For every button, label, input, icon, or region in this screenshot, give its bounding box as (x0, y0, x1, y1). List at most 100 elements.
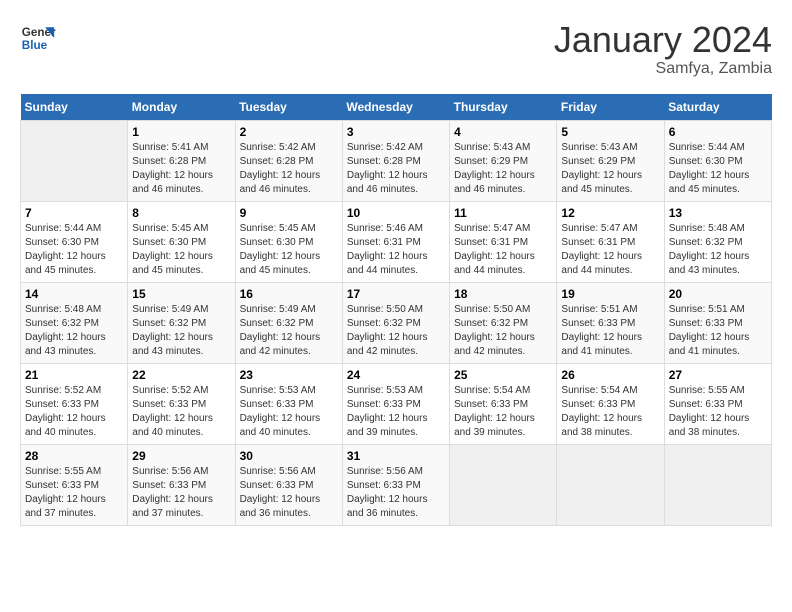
calendar-cell: 6 Sunrise: 5:44 AM Sunset: 6:30 PM Dayli… (664, 120, 771, 201)
calendar-cell (21, 120, 128, 201)
calendar-cell (664, 444, 771, 525)
sunset-text: Sunset: 6:33 PM (669, 399, 743, 410)
logo-icon: General Blue (20, 20, 56, 56)
sunset-text: Sunset: 6:31 PM (454, 237, 528, 248)
calendar-cell: 8 Sunrise: 5:45 AM Sunset: 6:30 PM Dayli… (128, 201, 235, 282)
day-number: 4 (454, 125, 552, 139)
daylight-text: Daylight: 12 hours and 41 minutes. (669, 332, 750, 357)
sunset-text: Sunset: 6:32 PM (132, 318, 206, 329)
sunrise-text: Sunrise: 5:53 AM (240, 385, 316, 396)
day-number: 28 (25, 449, 123, 463)
day-number: 11 (454, 206, 552, 220)
calendar-cell: 5 Sunrise: 5:43 AM Sunset: 6:29 PM Dayli… (557, 120, 664, 201)
calendar-cell: 26 Sunrise: 5:54 AM Sunset: 6:33 PM Dayl… (557, 363, 664, 444)
calendar-cell: 23 Sunrise: 5:53 AM Sunset: 6:33 PM Dayl… (235, 363, 342, 444)
location-subtitle: Samfya, Zambia (554, 60, 772, 78)
daylight-text: Daylight: 12 hours and 36 minutes. (240, 494, 321, 519)
sunset-text: Sunset: 6:28 PM (347, 156, 421, 167)
calendar-table: SundayMondayTuesdayWednesdayThursdayFrid… (20, 94, 772, 526)
day-number: 20 (669, 287, 767, 301)
calendar-cell: 1 Sunrise: 5:41 AM Sunset: 6:28 PM Dayli… (128, 120, 235, 201)
daylight-text: Daylight: 12 hours and 46 minutes. (454, 170, 535, 195)
day-number: 12 (561, 206, 659, 220)
daylight-text: Daylight: 12 hours and 46 minutes. (347, 170, 428, 195)
day-info: Sunrise: 5:44 AM Sunset: 6:30 PM Dayligh… (669, 141, 767, 197)
day-info: Sunrise: 5:53 AM Sunset: 6:33 PM Dayligh… (240, 384, 338, 440)
day-info: Sunrise: 5:55 AM Sunset: 6:33 PM Dayligh… (25, 465, 123, 521)
day-info: Sunrise: 5:52 AM Sunset: 6:33 PM Dayligh… (25, 384, 123, 440)
sunset-text: Sunset: 6:31 PM (347, 237, 421, 248)
day-info: Sunrise: 5:49 AM Sunset: 6:32 PM Dayligh… (240, 303, 338, 359)
calendar-cell: 15 Sunrise: 5:49 AM Sunset: 6:32 PM Dayl… (128, 282, 235, 363)
weekday-header: Thursday (450, 94, 557, 121)
day-info: Sunrise: 5:44 AM Sunset: 6:30 PM Dayligh… (25, 222, 123, 278)
day-number: 5 (561, 125, 659, 139)
title-block: January 2024 Samfya, Zambia (554, 20, 772, 78)
daylight-text: Daylight: 12 hours and 40 minutes. (240, 413, 321, 438)
calendar-cell: 24 Sunrise: 5:53 AM Sunset: 6:33 PM Dayl… (342, 363, 449, 444)
calendar-cell: 10 Sunrise: 5:46 AM Sunset: 6:31 PM Dayl… (342, 201, 449, 282)
sunset-text: Sunset: 6:33 PM (347, 480, 421, 491)
daylight-text: Daylight: 12 hours and 39 minutes. (454, 413, 535, 438)
sunrise-text: Sunrise: 5:48 AM (25, 304, 101, 315)
day-info: Sunrise: 5:52 AM Sunset: 6:33 PM Dayligh… (132, 384, 230, 440)
day-number: 23 (240, 368, 338, 382)
day-number: 26 (561, 368, 659, 382)
sunrise-text: Sunrise: 5:42 AM (347, 142, 423, 153)
daylight-text: Daylight: 12 hours and 40 minutes. (132, 413, 213, 438)
day-info: Sunrise: 5:48 AM Sunset: 6:32 PM Dayligh… (669, 222, 767, 278)
daylight-text: Daylight: 12 hours and 37 minutes. (25, 494, 106, 519)
day-number: 24 (347, 368, 445, 382)
daylight-text: Daylight: 12 hours and 45 minutes. (240, 251, 321, 276)
daylight-text: Daylight: 12 hours and 45 minutes. (669, 170, 750, 195)
sunrise-text: Sunrise: 5:45 AM (132, 223, 208, 234)
calendar-cell: 16 Sunrise: 5:49 AM Sunset: 6:32 PM Dayl… (235, 282, 342, 363)
day-number: 18 (454, 287, 552, 301)
day-info: Sunrise: 5:48 AM Sunset: 6:32 PM Dayligh… (25, 303, 123, 359)
daylight-text: Daylight: 12 hours and 46 minutes. (240, 170, 321, 195)
day-info: Sunrise: 5:46 AM Sunset: 6:31 PM Dayligh… (347, 222, 445, 278)
calendar-cell (450, 444, 557, 525)
daylight-text: Daylight: 12 hours and 44 minutes. (561, 251, 642, 276)
daylight-text: Daylight: 12 hours and 43 minutes. (669, 251, 750, 276)
weekday-header: Friday (557, 94, 664, 121)
sunrise-text: Sunrise: 5:49 AM (132, 304, 208, 315)
day-info: Sunrise: 5:49 AM Sunset: 6:32 PM Dayligh… (132, 303, 230, 359)
day-number: 3 (347, 125, 445, 139)
daylight-text: Daylight: 12 hours and 38 minutes. (561, 413, 642, 438)
day-info: Sunrise: 5:45 AM Sunset: 6:30 PM Dayligh… (132, 222, 230, 278)
weekday-header: Monday (128, 94, 235, 121)
sunset-text: Sunset: 6:30 PM (132, 237, 206, 248)
calendar-week-row: 21 Sunrise: 5:52 AM Sunset: 6:33 PM Dayl… (21, 363, 772, 444)
logo: General Blue (20, 20, 56, 56)
sunrise-text: Sunrise: 5:49 AM (240, 304, 316, 315)
weekday-header: Tuesday (235, 94, 342, 121)
page-header: General Blue January 2024 Samfya, Zambia (20, 20, 772, 78)
daylight-text: Daylight: 12 hours and 42 minutes. (240, 332, 321, 357)
sunrise-text: Sunrise: 5:50 AM (347, 304, 423, 315)
daylight-text: Daylight: 12 hours and 40 minutes. (25, 413, 106, 438)
sunrise-text: Sunrise: 5:56 AM (132, 466, 208, 477)
calendar-cell: 17 Sunrise: 5:50 AM Sunset: 6:32 PM Dayl… (342, 282, 449, 363)
calendar-week-row: 7 Sunrise: 5:44 AM Sunset: 6:30 PM Dayli… (21, 201, 772, 282)
daylight-text: Daylight: 12 hours and 43 minutes. (25, 332, 106, 357)
sunrise-text: Sunrise: 5:44 AM (25, 223, 101, 234)
daylight-text: Daylight: 12 hours and 37 minutes. (132, 494, 213, 519)
calendar-cell: 14 Sunrise: 5:48 AM Sunset: 6:32 PM Dayl… (21, 282, 128, 363)
day-info: Sunrise: 5:56 AM Sunset: 6:33 PM Dayligh… (132, 465, 230, 521)
sunset-text: Sunset: 6:30 PM (240, 237, 314, 248)
calendar-cell: 29 Sunrise: 5:56 AM Sunset: 6:33 PM Dayl… (128, 444, 235, 525)
sunrise-text: Sunrise: 5:52 AM (132, 385, 208, 396)
day-number: 16 (240, 287, 338, 301)
day-info: Sunrise: 5:54 AM Sunset: 6:33 PM Dayligh… (454, 384, 552, 440)
sunrise-text: Sunrise: 5:47 AM (454, 223, 530, 234)
day-number: 10 (347, 206, 445, 220)
sunset-text: Sunset: 6:28 PM (132, 156, 206, 167)
daylight-text: Daylight: 12 hours and 45 minutes. (25, 251, 106, 276)
daylight-text: Daylight: 12 hours and 44 minutes. (347, 251, 428, 276)
day-info: Sunrise: 5:56 AM Sunset: 6:33 PM Dayligh… (240, 465, 338, 521)
calendar-cell: 22 Sunrise: 5:52 AM Sunset: 6:33 PM Dayl… (128, 363, 235, 444)
calendar-cell: 11 Sunrise: 5:47 AM Sunset: 6:31 PM Dayl… (450, 201, 557, 282)
sunrise-text: Sunrise: 5:55 AM (25, 466, 101, 477)
day-number: 1 (132, 125, 230, 139)
